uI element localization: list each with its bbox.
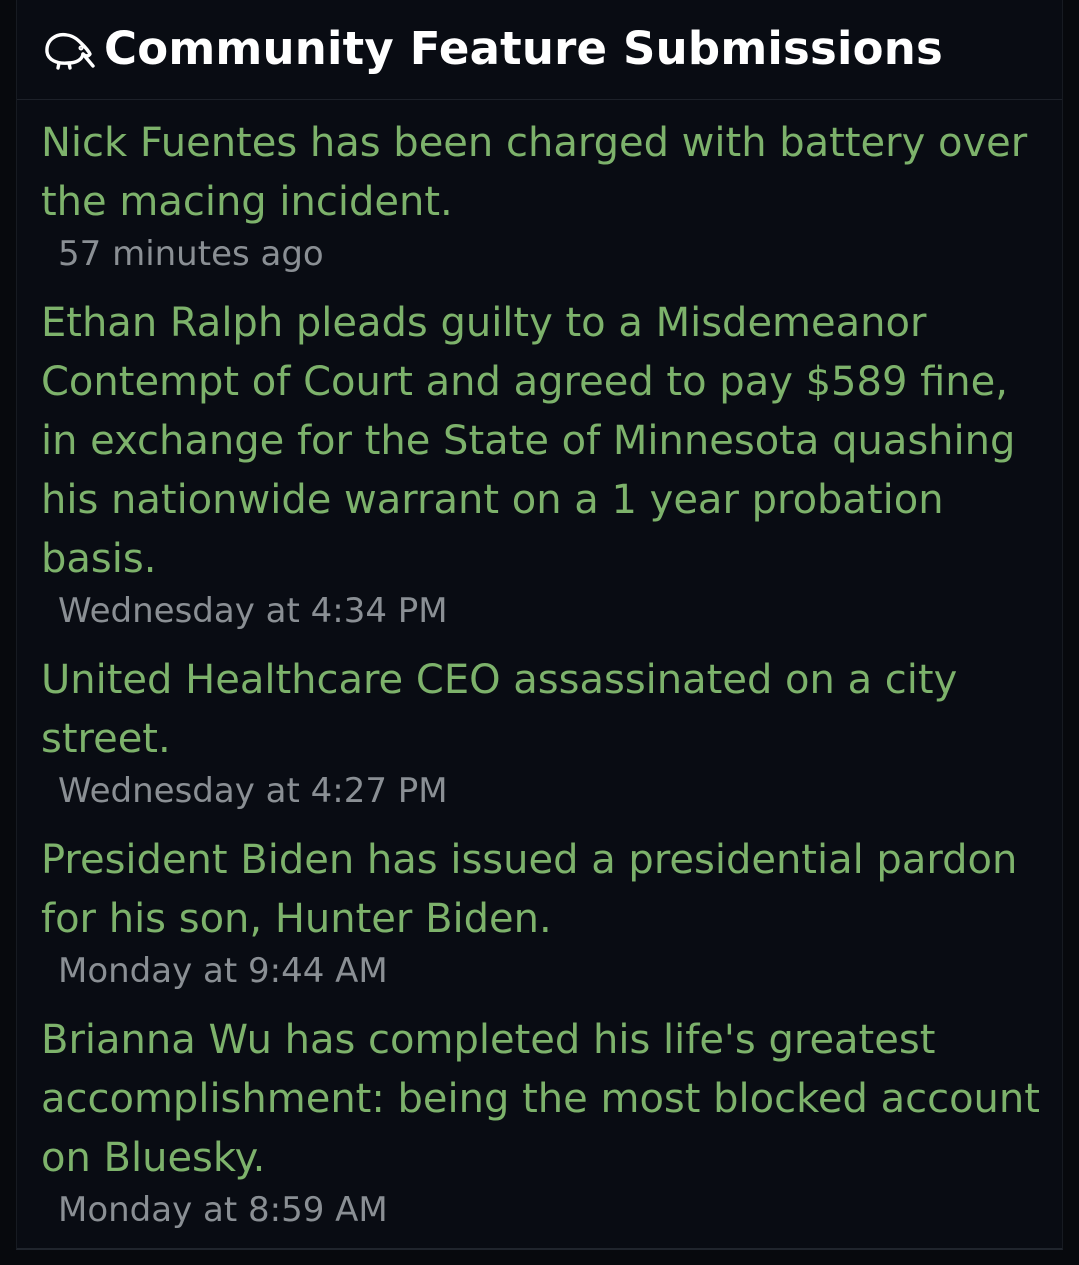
submission-link[interactable]: United Healthcare CEO assassinated on a … bbox=[41, 651, 1042, 769]
widget-header: Community Feature Submissions bbox=[17, 0, 1062, 100]
kiwi-icon bbox=[42, 27, 96, 73]
community-feature-widget: Community Feature Submissions Nick Fuent… bbox=[16, 0, 1063, 1250]
submission-link[interactable]: Brianna Wu has completed his life's grea… bbox=[41, 1011, 1042, 1188]
submission-time: 57 minutes ago bbox=[58, 234, 324, 274]
widget-title: Community Feature Submissions bbox=[104, 22, 943, 75]
submission-link[interactable]: Ethan Ralph pleads guilty to a Misdemean… bbox=[41, 294, 1042, 589]
submission-item: Ethan Ralph pleads guilty to a Misdemean… bbox=[41, 294, 1042, 631]
submission-time: Monday at 9:44 AM bbox=[58, 951, 388, 991]
submission-list: Nick Fuentes has been charged with batte… bbox=[17, 100, 1062, 1230]
submission-time: Monday at 8:59 AM bbox=[58, 1190, 388, 1230]
submission-item: President Biden has issued a presidentia… bbox=[41, 831, 1042, 991]
submission-time: Wednesday at 4:27 PM bbox=[58, 771, 448, 811]
submission-item: Nick Fuentes has been charged with batte… bbox=[41, 114, 1042, 274]
submission-item: United Healthcare CEO assassinated on a … bbox=[41, 651, 1042, 811]
submission-item: Brianna Wu has completed his life's grea… bbox=[41, 1011, 1042, 1230]
submission-link[interactable]: President Biden has issued a presidentia… bbox=[41, 831, 1042, 949]
submission-time: Wednesday at 4:34 PM bbox=[58, 591, 448, 631]
submission-link[interactable]: Nick Fuentes has been charged with batte… bbox=[41, 114, 1042, 232]
